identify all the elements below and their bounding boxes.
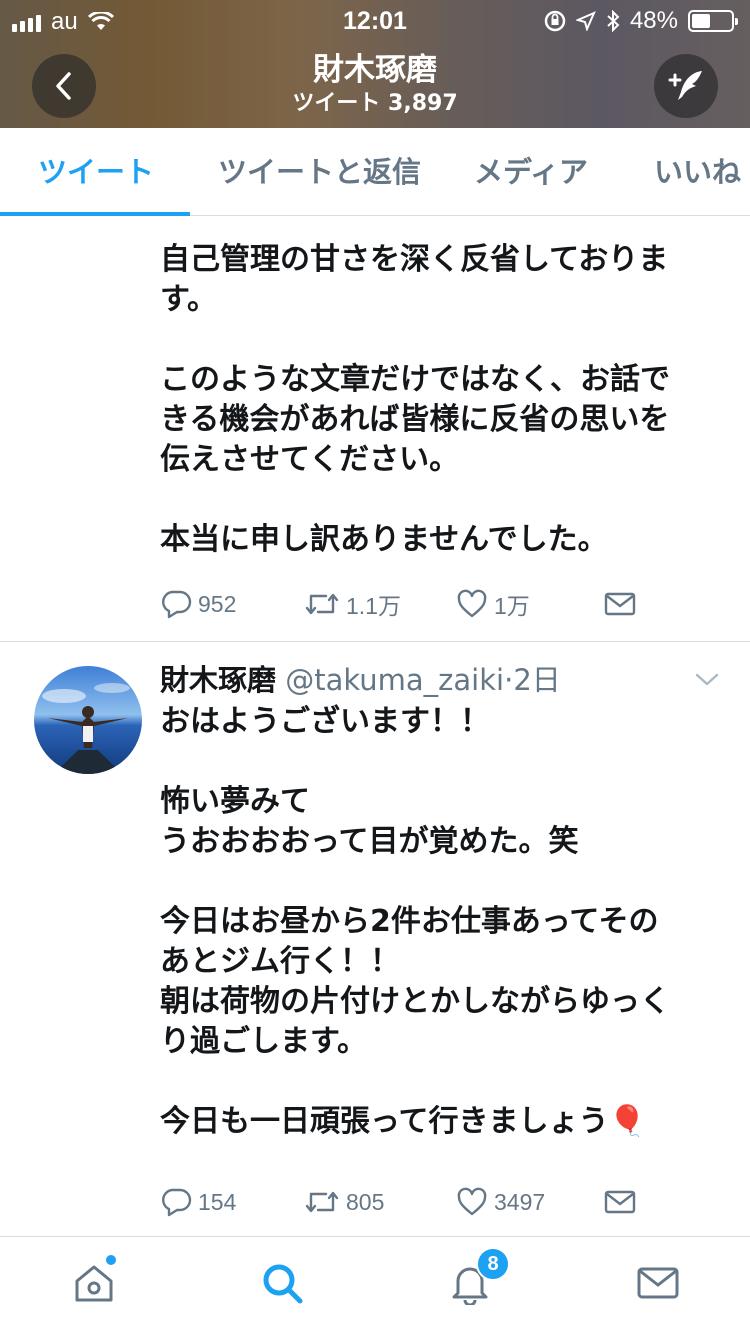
battery-percent: 48% [629,7,678,34]
tweet-time[interactable]: 2日 [513,663,560,697]
tweet-divider [0,641,750,642]
reply-count: 154 [198,1188,237,1215]
status-bar: au 12:01 48% [0,0,750,40]
status-right: 48% [544,7,738,35]
bottom-navigation: 8 [0,1236,750,1334]
reply-icon [162,590,192,619]
tweet-actions: 952 1.1万 1万 [160,584,640,624]
profile-name: 財木琢磨 [313,52,437,88]
reply-button[interactable]: 154 [160,1182,236,1222]
nav-search[interactable] [258,1259,306,1307]
retweet-icon [305,593,339,615]
retweet-icon [305,1191,339,1213]
tab-likes[interactable]: いいね [654,128,741,216]
active-tab-indicator [0,212,190,216]
nav-messages[interactable] [634,1259,682,1307]
home-icon [75,1265,113,1302]
like-button[interactable]: 1万 [456,584,530,624]
tab-tweets[interactable]: ツイート [38,128,154,216]
retweet-button[interactable]: 1.1万 [304,584,401,624]
compose-tweet-icon [668,71,702,100]
search-icon [263,1264,303,1304]
author-name[interactable]: 財木琢磨 [160,663,276,697]
reply-count: 952 [198,590,237,617]
like-count: 3497 [494,1188,546,1215]
tweet-menu-button[interactable] [694,672,720,692]
like-count: 1万 [494,593,530,619]
author-handle[interactable]: @takuma_zaiki [285,663,504,697]
tab-tweets-and-replies[interactable]: ツイートと返信 [218,128,421,216]
heart-icon [457,589,487,618]
retweet-button[interactable]: 805 [304,1182,384,1222]
tweet-text: 自己管理の甘さを深く反省しておりま す。 このような文章だけではなく、お話で き… [160,242,670,557]
location-icon [575,11,596,31]
home-unread-dot [104,1253,118,1267]
tab-media[interactable]: メディア [474,128,588,216]
battery-icon [688,10,738,32]
envelope-icon [604,1190,636,1214]
bluetooth-icon [607,10,620,32]
tweet-header: 財木琢磨 @takuma_zaiki·2日 [160,660,561,700]
profile-header: au 12:01 48% 財木琢磨 ツイート 3,897 [0,0,750,128]
direct-message-button[interactable] [604,584,636,624]
avatar[interactable] [34,666,142,774]
retweet-count: 805 [346,1188,385,1215]
orientation-lock-icon [544,10,566,32]
tweet-count: ツイート 3,897 [292,91,458,116]
separator-dot: · [504,663,514,697]
direct-message-button[interactable] [604,1182,636,1222]
profile-tabs: ツイート ツイートと返信 メディア いいね [0,128,750,216]
retweet-count: 1.1万 [346,593,401,619]
like-button[interactable]: 3497 [456,1182,545,1222]
compose-tweet-button[interactable] [654,54,718,118]
envelope-icon [604,592,636,616]
heart-icon [457,1187,487,1216]
messages-icon [637,1267,679,1299]
reply-icon [162,1188,192,1217]
avatar-image [34,666,142,774]
header-title: 財木琢磨 ツイート 3,897 [0,50,750,118]
reply-button[interactable]: 952 [160,584,236,624]
tweet-text: おはようございます！！ 怖い夢みて うおおおおって目が覚めた。笑 今日はお昼から… [160,704,670,1139]
notification-badge: 8 [476,1247,510,1281]
tweet-actions: 154 805 3497 [160,1182,640,1222]
chevron-down-icon [695,673,719,686]
